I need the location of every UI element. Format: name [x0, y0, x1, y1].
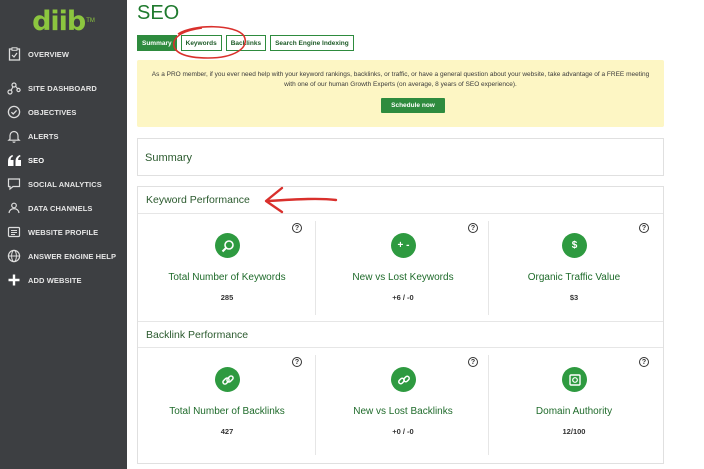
- divider: [315, 355, 316, 455]
- sidebar-item-label: ANSWER ENGINE HELP: [28, 251, 117, 261]
- sidebar-item-objectives[interactable]: OBJECTIVES: [0, 100, 127, 124]
- sidebar-item-label: DATA CHANNELS: [28, 203, 93, 213]
- metric-value: +6 / -0: [392, 293, 414, 302]
- main-content: SEO Summary Keywords Backlinks Search En…: [127, 0, 704, 469]
- sidebar-item-label: SOCIAL ANALYTICS: [28, 179, 102, 189]
- metric-value: 427: [220, 427, 234, 436]
- logo-trademark: TM: [86, 18, 95, 24]
- metric-label: Organic Traffic Value: [527, 272, 621, 283]
- globe-icon: [6, 248, 22, 264]
- sidebar-item-label: ADD WEBSITE: [28, 275, 82, 285]
- sidebar-item-site-dashboard[interactable]: SITE DASHBOARD: [0, 76, 127, 100]
- promo-text: As a PRO member, if you ever need help w…: [151, 71, 650, 88]
- page-title: SEO: [137, 2, 180, 24]
- sidebar-item-label: SEO: [28, 155, 45, 165]
- plus-icon: [6, 272, 22, 288]
- sidebar-item-label: OVERVIEW: [28, 49, 70, 59]
- metric-label: New vs Lost Keywords: [352, 272, 454, 283]
- summary-card[interactable]: Summary: [137, 138, 664, 176]
- tab-summary[interactable]: Summary: [137, 35, 177, 51]
- tab-backlinks[interactable]: Backlinks: [225, 35, 267, 51]
- bell-icon: [6, 128, 22, 144]
- metric-value: 285: [220, 293, 234, 302]
- broken-link-icon: [391, 367, 416, 392]
- metric-label: New vs Lost Backlinks: [353, 406, 453, 417]
- metric-total-keywords: ? Total Number of Keywords 285: [142, 217, 312, 317]
- backlink-performance-title: Backlink Performance: [146, 329, 249, 341]
- channels-icon: [6, 200, 22, 216]
- profile-card-icon: [6, 224, 22, 240]
- sidebar: diib TM OVERVIEW SITE DASHBOARD OBJECTIVE…: [0, 0, 127, 469]
- sidebar-item-answer-engine-help[interactable]: ANSWER ENGINE HELP: [0, 244, 127, 268]
- tab-search-engine-indexing[interactable]: Search Engine Indexing: [270, 35, 354, 51]
- schedule-now-button[interactable]: Schedule now: [381, 98, 445, 113]
- sidebar-item-label: OBJECTIVES: [28, 107, 77, 117]
- metric-domain-authority: ? Domain Authority 12/100: [489, 351, 659, 451]
- sidebar-item-social-analytics[interactable]: SOCIAL ANALYTICS: [0, 172, 127, 196]
- help-icon[interactable]: ?: [292, 223, 302, 233]
- metric-value: +0 / -0: [392, 427, 414, 436]
- sidebar-item-overview[interactable]: OVERVIEW: [0, 42, 127, 66]
- metric-value: $3: [569, 293, 579, 302]
- sidebar-item-label: WEBSITE PROFILE: [28, 227, 99, 237]
- metric-label: Total Number of Keywords: [168, 272, 286, 283]
- sidebar-item-label: SITE DASHBOARD: [28, 83, 97, 93]
- help-icon[interactable]: ?: [639, 357, 649, 367]
- plus-minus-icon: + -: [391, 233, 416, 258]
- divider: [315, 221, 316, 315]
- metric-new-vs-lost-backlinks: ? New vs Lost Backlinks +0 / -0: [318, 351, 488, 451]
- check-circle-icon: [6, 104, 22, 120]
- certificate-icon: [562, 367, 587, 392]
- keyword-performance-header: Keyword Performance: [138, 187, 663, 214]
- sidebar-item-website-profile[interactable]: WEBSITE PROFILE: [0, 220, 127, 244]
- clipboard-icon: [6, 46, 22, 62]
- magnifier-icon: [215, 233, 240, 258]
- dollar-icon: $: [562, 233, 587, 258]
- sidebar-item-label: ALERTS: [28, 131, 59, 141]
- logo-text: diib: [32, 5, 86, 37]
- sidebar-item-add-website[interactable]: ADD WEBSITE: [0, 268, 127, 292]
- summary-title: Summary: [145, 152, 193, 164]
- network-icon: [6, 80, 22, 96]
- link-icon: [215, 367, 240, 392]
- quote-icon: [6, 152, 22, 168]
- help-icon[interactable]: ?: [468, 357, 478, 367]
- metric-value: 12/100: [562, 427, 586, 436]
- help-icon[interactable]: ?: [639, 223, 649, 233]
- keyword-performance-title: Keyword Performance: [146, 194, 250, 206]
- chat-icon: [6, 176, 22, 192]
- metric-total-backlinks: ? Total Number of Backlinks 427: [142, 351, 312, 451]
- sidebar-item-data-channels[interactable]: DATA CHANNELS: [0, 196, 127, 220]
- metric-new-vs-lost-keywords: ? + - New vs Lost Keywords +6 / -0: [318, 217, 488, 317]
- sidebar-item-alerts[interactable]: ALERTS: [0, 124, 127, 148]
- backlink-performance-header: Backlink Performance: [138, 321, 663, 348]
- sidebar-nav: OVERVIEW SITE DASHBOARD OBJECTIVES ALERT…: [0, 42, 127, 292]
- help-icon[interactable]: ?: [292, 357, 302, 367]
- performance-panel: Keyword Performance ? Total Number of Ke…: [137, 186, 664, 464]
- promo-banner: As a PRO member, if you ever need help w…: [137, 60, 664, 127]
- metric-organic-traffic-value: ? $ Organic Traffic Value $3: [489, 217, 659, 317]
- help-icon[interactable]: ?: [468, 223, 478, 233]
- metric-label: Total Number of Backlinks: [169, 406, 285, 417]
- tab-bar: Summary Keywords Backlinks Search Engine…: [137, 35, 358, 51]
- diib-logo[interactable]: diib TM: [0, 0, 127, 42]
- sidebar-item-seo[interactable]: SEO: [0, 148, 127, 172]
- tab-keywords[interactable]: Keywords: [180, 35, 222, 51]
- metric-label: Domain Authority: [535, 406, 613, 417]
